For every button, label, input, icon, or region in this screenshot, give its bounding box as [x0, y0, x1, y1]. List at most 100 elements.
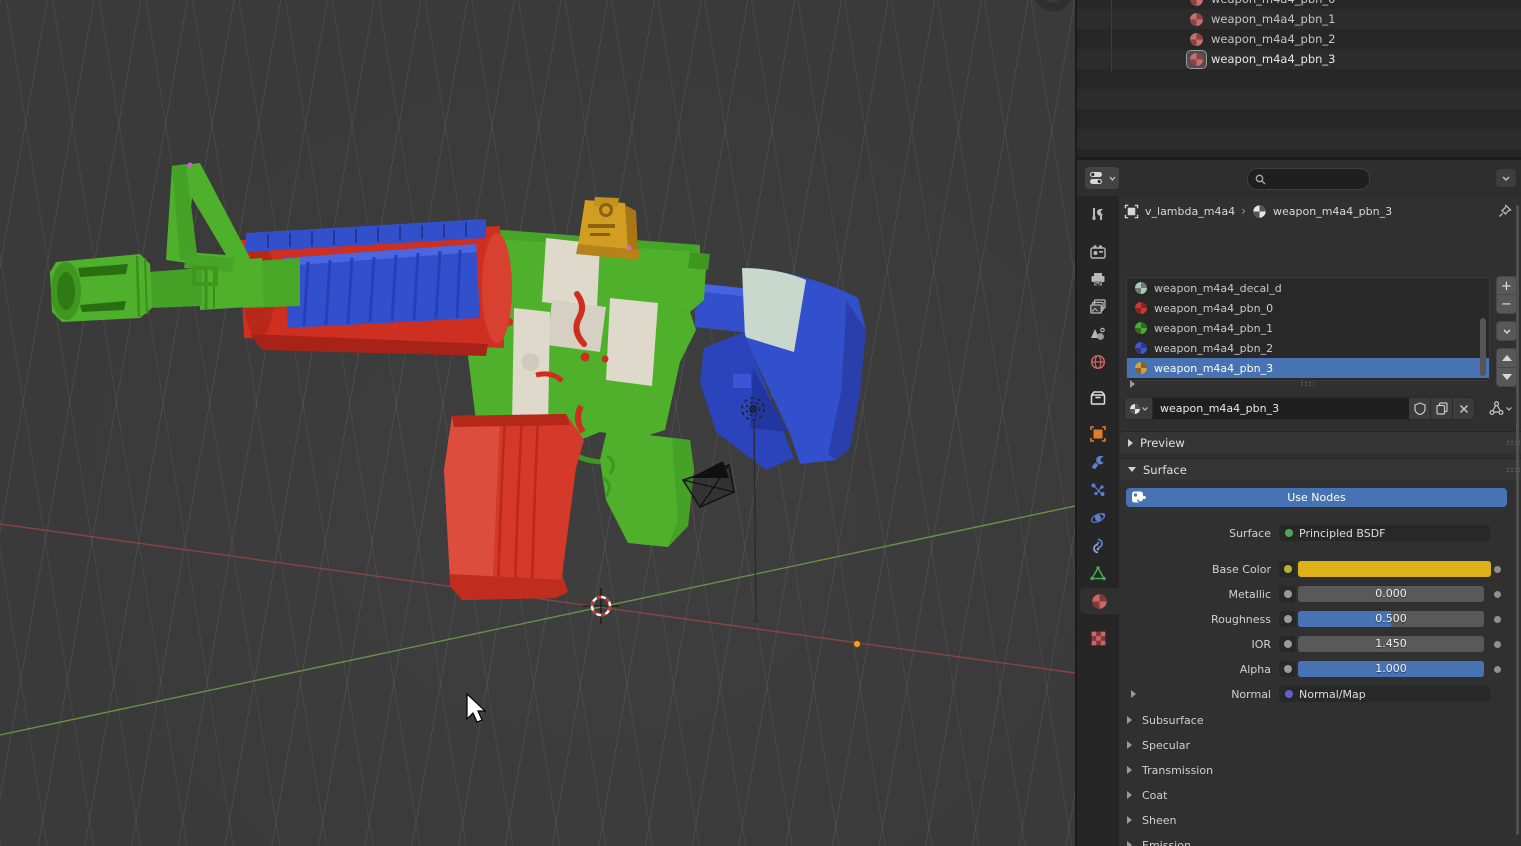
browse-material-button[interactable] [1124, 397, 1153, 420]
surface-shader-select[interactable]: Principled BSDF [1279, 525, 1490, 541]
base-color-socket[interactable] [1279, 561, 1296, 577]
use-nodes-button[interactable]: Use Nodes [1126, 488, 1507, 507]
base-color-swatch[interactable] [1298, 561, 1491, 577]
printer-icon [1090, 272, 1106, 286]
tab-texture[interactable] [1077, 625, 1119, 651]
subpanel-subsurface[interactable]: Subsurface [1127, 711, 1507, 729]
tab-object-data[interactable] [1077, 560, 1119, 586]
material-slot[interactable]: weapon_m4a4_pbn_2 [1127, 338, 1489, 358]
tab-collection[interactable] [1077, 385, 1119, 411]
move-slot-down-button[interactable] [1496, 367, 1517, 387]
front-sight [166, 163, 250, 285]
outliner-item[interactable]: weapon_m4a4_pbn_0 [1077, 0, 1521, 9]
roughness-slider[interactable]: 0.500 [1298, 611, 1484, 627]
breadcrumb-object[interactable]: v_lambda_m4a4 [1145, 205, 1235, 218]
object-origin-dot[interactable] [854, 641, 861, 648]
subpanel-specular[interactable]: Specular [1127, 736, 1507, 754]
decorator-dot[interactable] [1494, 566, 1501, 573]
tab-render[interactable] [1077, 239, 1119, 265]
subpanel-label: Coat [1142, 789, 1167, 802]
metallic-label: Metallic [1119, 588, 1279, 601]
tab-constraints[interactable] [1077, 533, 1119, 559]
new-material-button[interactable] [1431, 397, 1453, 420]
pin-icon[interactable] [1498, 204, 1512, 218]
outliner-item[interactable]: weapon_m4a4_pbn_1 [1077, 9, 1521, 29]
outliner-item[interactable]: weapon_m4a4_pbn_2 [1077, 29, 1521, 49]
material-name-field[interactable]: weapon_m4a4_pbn_3 [1153, 397, 1409, 420]
decorator-dot[interactable] [1494, 616, 1501, 623]
expand-filter-icon[interactable] [1130, 380, 1135, 388]
subpanel-sheen[interactable]: Sheen [1127, 811, 1507, 829]
normal-input-field[interactable]: Normal/Map [1279, 686, 1490, 702]
alpha-socket[interactable] [1279, 661, 1296, 677]
nav-gizmo-partial[interactable] [1038, 0, 1068, 7]
outliner-item-active[interactable]: weapon_m4a4_pbn_3 [1077, 49, 1521, 69]
decorator-dot[interactable] [1494, 641, 1501, 648]
editor-type-button[interactable] [1085, 167, 1119, 189]
add-slot-button[interactable]: + [1496, 276, 1517, 296]
decorator-dot[interactable] [1494, 666, 1501, 673]
slot-list-scrollbar[interactable] [1480, 318, 1486, 376]
outliner[interactable]: weapon_m4a4_pbn_0 weapon_m4a4_pbn_1 weap… [1077, 0, 1521, 160]
material-slot[interactable]: weapon_m4a4_pbn_1 [1127, 318, 1489, 338]
surface-shader-value: Principled BSDF [1299, 527, 1386, 540]
material-slot[interactable]: weapon_m4a4_pbn_0 [1127, 298, 1489, 318]
search-input[interactable] [1247, 168, 1370, 190]
decorator-dot[interactable] [1494, 591, 1501, 598]
subpanel-emission[interactable]: Emission [1127, 836, 1507, 846]
material-datablock-row: weapon_m4a4_pbn_3 [1124, 398, 1516, 419]
tab-physics[interactable] [1077, 505, 1119, 531]
scene-icon [1090, 327, 1106, 342]
material-slot-selected[interactable]: weapon_m4a4_pbn_3 [1127, 358, 1489, 378]
ior-socket[interactable] [1279, 636, 1296, 652]
surface-panel-header[interactable]: Surface [1120, 458, 1521, 480]
remove-slot-button[interactable]: − [1496, 294, 1517, 314]
fake-user-button[interactable] [1409, 397, 1431, 420]
outliner-stripe [1077, 129, 1521, 149]
header-menu-button[interactable] [1496, 169, 1516, 187]
alpha-value: 1.000 [1298, 662, 1484, 675]
tab-material-active[interactable] [1080, 588, 1119, 614]
material-slot-name: weapon_m4a4_pbn_3 [1154, 362, 1273, 375]
properties-scrollbar[interactable] [1516, 205, 1519, 835]
ior-slider[interactable]: 1.450 [1298, 636, 1484, 652]
list-resize-grip[interactable] [1300, 381, 1314, 386]
3d-viewport[interactable] [0, 0, 1075, 846]
unlink-material-button[interactable] [1453, 397, 1475, 420]
alpha-slider[interactable]: 1.000 [1298, 661, 1484, 677]
subpanel-label: Transmission [1142, 764, 1213, 777]
tab-view-layer[interactable] [1077, 293, 1119, 319]
surface-shader-row: Surface Principled BSDF [1119, 525, 1521, 541]
tab-output[interactable] [1077, 266, 1119, 292]
slot-specials-button[interactable] [1496, 321, 1517, 341]
move-slot-up-button[interactable] [1496, 348, 1517, 368]
subpanel-transmission[interactable]: Transmission [1127, 761, 1507, 779]
copy-icon [1436, 402, 1448, 415]
constraints-icon [1090, 538, 1106, 554]
weapon-model[interactable] [50, 163, 866, 601]
roughness-socket[interactable] [1279, 611, 1296, 627]
node-tree-menu-button[interactable] [1484, 398, 1516, 419]
metallic-slider[interactable]: 0.000 [1298, 586, 1484, 602]
expand-normal-icon[interactable] [1131, 690, 1136, 698]
subpanel-coat[interactable]: Coat [1127, 786, 1507, 804]
close-icon [1459, 404, 1469, 414]
normal-value: Normal/Map [1299, 688, 1366, 701]
alpha-row: Alpha 1.000 [1119, 661, 1521, 677]
tab-particles[interactable] [1077, 477, 1119, 503]
breadcrumb-material[interactable]: weapon_m4a4_pbn_3 [1273, 205, 1392, 218]
roughness-label: Roughness [1119, 613, 1279, 626]
tab-scene[interactable] [1077, 321, 1119, 347]
preview-panel-header[interactable]: Preview [1120, 431, 1521, 453]
material-slot[interactable]: weapon_m4a4_decal_d [1127, 278, 1489, 298]
chevron-down-icon [1109, 176, 1116, 181]
tab-world[interactable] [1077, 349, 1119, 375]
tab-modifiers[interactable] [1077, 449, 1119, 475]
surface-panel-label: Surface [1143, 463, 1187, 477]
breadcrumb-separator: › [1241, 204, 1246, 218]
metallic-socket[interactable] [1279, 586, 1296, 602]
material-icon [1187, 31, 1206, 48]
tab-tool[interactable] [1077, 201, 1119, 227]
material-slot-list[interactable]: weapon_m4a4_decal_d weapon_m4a4_pbn_0 we… [1126, 277, 1490, 381]
tab-object[interactable] [1077, 421, 1119, 447]
